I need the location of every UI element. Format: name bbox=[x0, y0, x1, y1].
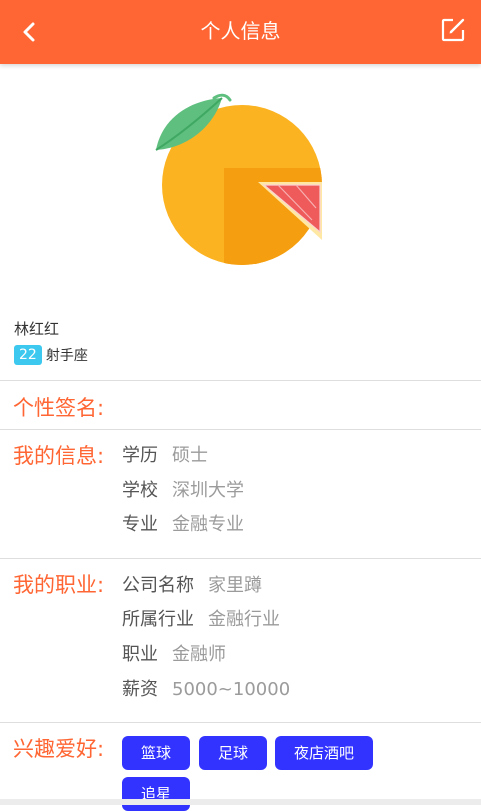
profile-meta: 22 射手座 bbox=[14, 344, 88, 366]
info-value: 深圳大学 bbox=[172, 480, 244, 501]
edit-icon bbox=[441, 18, 465, 42]
divider bbox=[0, 429, 481, 430]
info-value: 金融专业 bbox=[172, 514, 244, 535]
my-info-label: 我的信息: bbox=[13, 444, 105, 468]
hobby-tag-basketball[interactable]: 篮球 bbox=[122, 736, 191, 770]
career-row-salary: 薪资 5000~10000 bbox=[122, 675, 290, 701]
career-row-job: 职业 金融师 bbox=[122, 640, 226, 666]
career-value: 金融行业 bbox=[208, 609, 280, 630]
orange-fruit-icon bbox=[155, 93, 322, 265]
bottom-edge bbox=[0, 799, 481, 805]
career-value: 5000~10000 bbox=[172, 679, 291, 700]
zodiac-label: 射手座 bbox=[45, 348, 88, 364]
info-key: 学校 bbox=[122, 480, 158, 501]
info-key: 学历 bbox=[122, 445, 158, 466]
avatar bbox=[150, 90, 330, 270]
career-value: 金融师 bbox=[172, 644, 226, 665]
hobbies-label: 兴趣爱好: bbox=[13, 737, 105, 761]
divider bbox=[0, 722, 481, 723]
career-key: 薪资 bbox=[122, 679, 158, 700]
signature-label: 个性签名: bbox=[13, 396, 105, 420]
age-badge: 22 bbox=[14, 345, 42, 365]
info-key: 专业 bbox=[122, 514, 158, 535]
page-title: 个人信息 bbox=[200, 19, 281, 43]
divider bbox=[0, 380, 481, 381]
hobby-tag-nightclub[interactable]: 夜店酒吧 bbox=[275, 736, 374, 770]
career-value: 家里蹲 bbox=[208, 575, 262, 596]
career-key: 所属行业 bbox=[122, 609, 194, 630]
hobby-tag-fandom[interactable]: 追星 bbox=[122, 777, 191, 811]
info-value: 硕士 bbox=[172, 445, 208, 466]
top-navbar: 个人信息 bbox=[0, 0, 481, 64]
divider bbox=[0, 558, 481, 559]
info-row-education: 学历 硕士 bbox=[122, 441, 208, 467]
edit-button[interactable] bbox=[439, 16, 467, 44]
info-row-major: 专业 金融专业 bbox=[122, 510, 244, 536]
hobby-tag-football[interactable]: 足球 bbox=[199, 736, 268, 770]
career-key: 公司名称 bbox=[122, 575, 194, 596]
career-label: 我的职业: bbox=[13, 573, 105, 597]
user-name: 林红红 bbox=[14, 320, 60, 338]
career-row-industry: 所属行业 金融行业 bbox=[122, 605, 280, 631]
career-row-company: 公司名称 家里蹲 bbox=[122, 571, 262, 597]
info-row-school: 学校 深圳大学 bbox=[122, 476, 244, 502]
career-key: 职业 bbox=[122, 644, 158, 665]
